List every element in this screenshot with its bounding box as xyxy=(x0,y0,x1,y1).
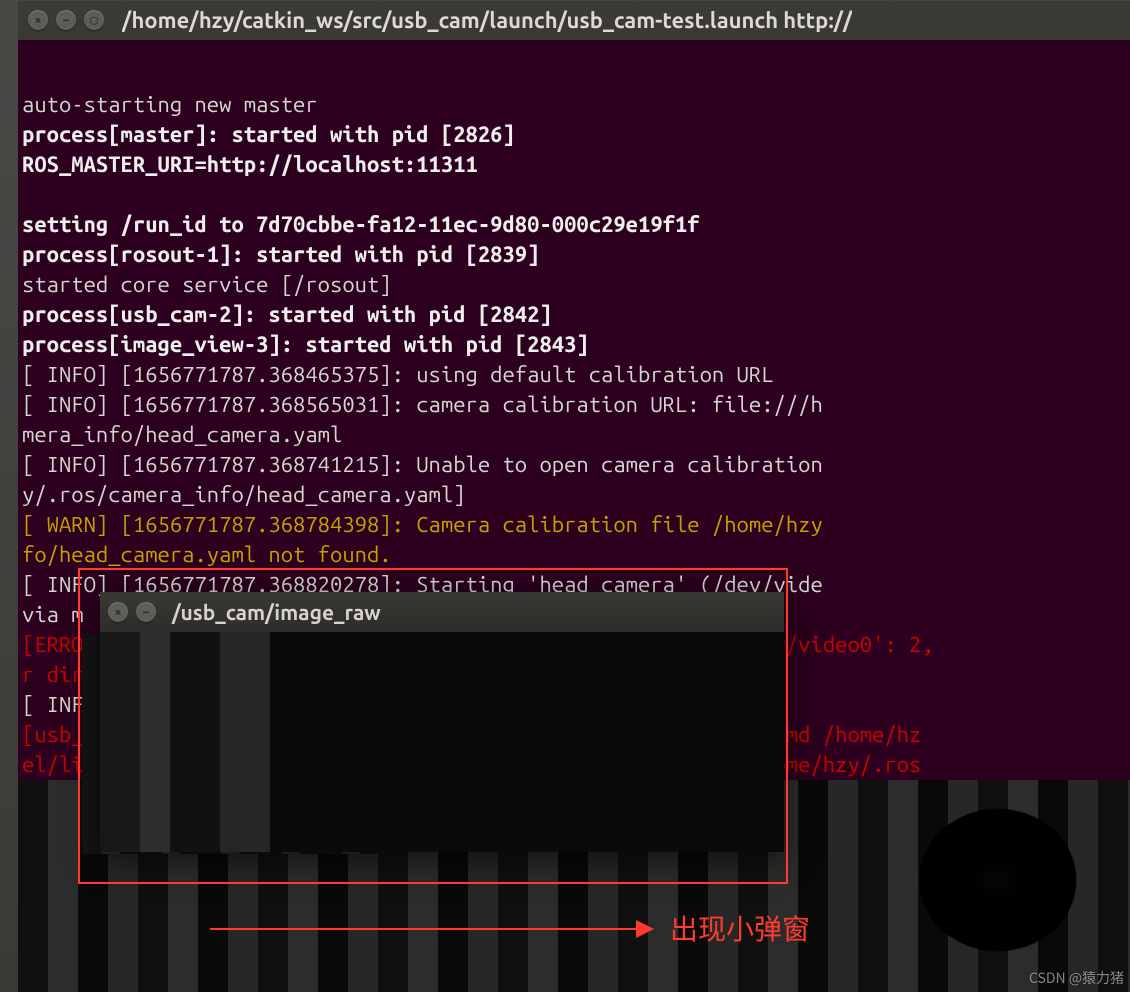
annotation-label: 出现小弹窗 xyxy=(670,908,810,948)
terminal-line: fo/head_camera.yaml not found. xyxy=(22,540,1130,570)
popup-titlebar[interactable]: × − /usb_cam/image_raw xyxy=(100,592,784,632)
terminal-titlebar[interactable]: × − ▢ /home/hzy/catkin_ws/src/usb_cam/la… xyxy=(18,0,1130,40)
terminal-line: y/.ros/camera_info/head_camera.yaml] xyxy=(22,480,1130,510)
terminal-line: ROS_MASTER_URI=http://localhost:11311 xyxy=(22,150,1130,180)
terminal-line: mera_info/head_camera.yaml xyxy=(22,420,1130,450)
close-icon[interactable]: × xyxy=(108,602,128,622)
terminal-line: process[image_view-3]: started with pid … xyxy=(22,330,1130,360)
terminal-line: [ WARN] [1656771787.368784398]: Camera c… xyxy=(22,510,1130,540)
terminal-line: setting /run_id to 7d70cbbe-fa12-11ec-9d… xyxy=(22,210,1130,240)
maximize-icon[interactable]: ▢ xyxy=(84,10,104,30)
terminal-line: [ INFO] [1656771787.368565031]: camera c… xyxy=(22,390,1130,420)
unity-launcher xyxy=(0,0,18,992)
terminal-line: [ INFO] [1656771787.368465375]: using de… xyxy=(22,360,1130,390)
annotation-arrow xyxy=(210,928,638,930)
terminal-title: /home/hzy/catkin_ws/src/usb_cam/launch/u… xyxy=(122,8,852,33)
popup-title: /usb_cam/image_raw xyxy=(172,600,381,624)
terminal-line: process[rosout-1]: started with pid [283… xyxy=(22,240,1130,270)
terminal-line: started core service [/rosout] xyxy=(22,270,1130,300)
close-icon[interactable]: × xyxy=(28,10,48,30)
terminal-line: process[usb_cam-2]: started with pid [28… xyxy=(22,300,1130,330)
watermark: CSDN @猿力猪 xyxy=(1029,968,1124,988)
terminal-line xyxy=(22,180,1130,210)
terminal-line: [ INFO] [1656771787.368741215]: Unable t… xyxy=(22,450,1130,480)
terminal-line xyxy=(22,60,1130,90)
terminal-line: process[master]: started with pid [2826] xyxy=(22,120,1130,150)
minimize-icon[interactable]: − xyxy=(136,602,156,622)
terminal-line: auto-starting new master xyxy=(22,90,1130,120)
annotation-arrow-head xyxy=(636,920,654,938)
minimize-icon[interactable]: − xyxy=(56,10,76,30)
image-view-popup[interactable]: × − /usb_cam/image_raw xyxy=(100,592,784,852)
popup-image-body xyxy=(100,632,784,852)
